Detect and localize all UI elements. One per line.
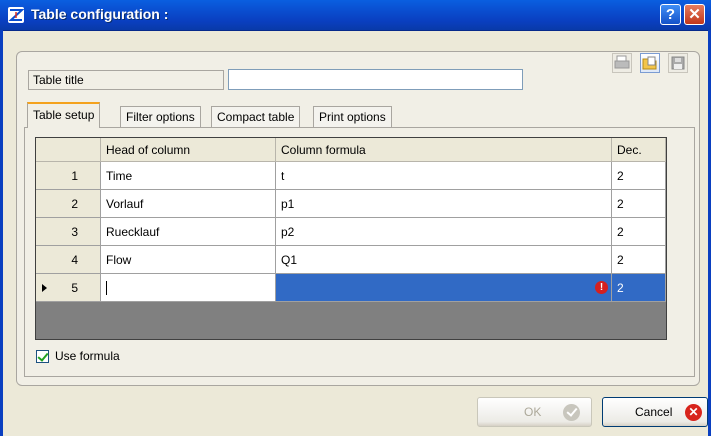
tab-print-options[interactable]: Print options xyxy=(313,106,392,127)
dec-cell[interactable]: 2 xyxy=(612,162,666,190)
head-of-column-cell[interactable]: Vorlauf xyxy=(101,190,276,218)
current-row-arrow-icon xyxy=(42,284,47,292)
header-column-formula[interactable]: Column formula xyxy=(276,138,612,162)
close-button[interactable]: ✕ xyxy=(684,4,705,25)
ok-button-label: OK xyxy=(524,405,542,419)
dec-cell[interactable]: 2 xyxy=(612,190,666,218)
column-formula-cell[interactable]: t xyxy=(276,162,612,190)
cancel-button-label: Cancel xyxy=(635,405,673,419)
header-corner xyxy=(36,138,101,162)
dec-cell[interactable]: 2 xyxy=(612,246,666,274)
print-icon[interactable] xyxy=(612,53,632,73)
column-formula-cell[interactable]: p1 xyxy=(276,190,612,218)
row-number[interactable]: 4 xyxy=(36,246,101,274)
title-bar: Table configuration : ? ✕ xyxy=(0,0,711,31)
column-formula-cell[interactable]: Q1 xyxy=(276,246,612,274)
dec-cell[interactable]: 2 xyxy=(612,218,666,246)
row-number[interactable]: 2 xyxy=(36,190,101,218)
cancel-x-icon: ✕ xyxy=(685,404,702,421)
column-formula-cell-selected[interactable]: ! xyxy=(276,274,612,302)
dec-cell-selected[interactable]: 2 xyxy=(612,274,666,302)
row-number[interactable]: 3 xyxy=(36,218,101,246)
row-number[interactable]: 1 xyxy=(36,162,101,190)
head-of-column-cell[interactable]: Time xyxy=(101,162,276,190)
column-formula-cell[interactable]: p2 xyxy=(276,218,612,246)
check-icon xyxy=(563,404,580,421)
column-grid: Head of column Column formula Dec. 1 Tim… xyxy=(35,137,667,340)
save-icon[interactable] xyxy=(668,53,688,73)
table-title-input[interactable] xyxy=(228,69,523,90)
table-title-label: Table title xyxy=(28,70,224,90)
text-caret xyxy=(106,281,107,295)
header-dec[interactable]: Dec. xyxy=(612,138,666,162)
open-folder-icon[interactable] xyxy=(640,53,660,73)
window-border-left xyxy=(0,30,3,436)
row-number-current[interactable]: 5 xyxy=(36,274,101,302)
error-icon[interactable]: ! xyxy=(595,281,608,294)
tab-filter-options[interactable]: Filter options xyxy=(120,106,201,127)
header-head-of-column[interactable]: Head of column xyxy=(101,138,276,162)
tab-compact-table[interactable]: Compact table xyxy=(211,106,301,127)
head-of-column-cell[interactable]: Flow xyxy=(101,246,276,274)
head-of-column-edit-cell[interactable] xyxy=(101,274,276,302)
help-button[interactable]: ? xyxy=(660,4,681,25)
row-number-label: 5 xyxy=(71,281,78,295)
use-formula-checkbox[interactable] xyxy=(36,350,49,363)
window-title: Table configuration : xyxy=(31,6,169,22)
use-formula-label[interactable]: Use formula xyxy=(55,349,120,363)
cancel-button[interactable]: Cancel ✕ xyxy=(602,397,708,427)
app-icon xyxy=(8,7,24,23)
tab-table-setup[interactable]: Table setup xyxy=(27,102,101,128)
ok-button[interactable]: OK xyxy=(477,397,592,427)
head-of-column-cell[interactable]: Ruecklauf xyxy=(101,218,276,246)
